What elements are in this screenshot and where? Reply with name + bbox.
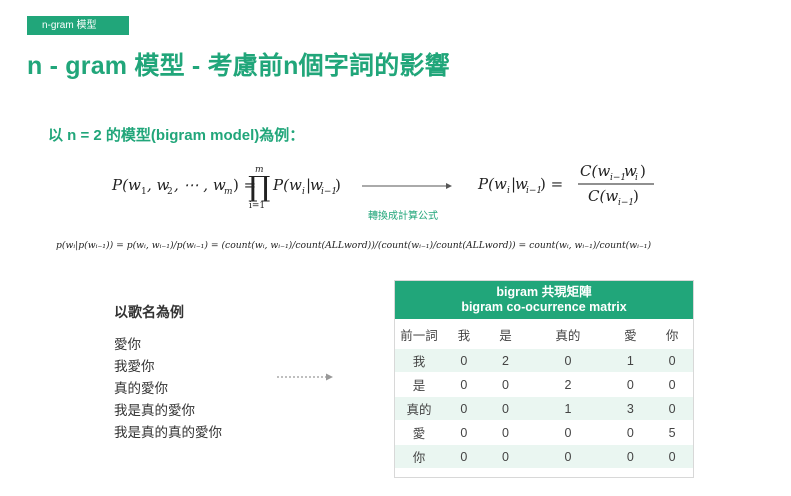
column-header: 你 (651, 319, 693, 349)
svg-text:C(w: C(w (580, 162, 610, 180)
example-title: 以歌名為例 (114, 304, 184, 320)
svg-text:m: m (224, 187, 233, 197)
table-cell: 0 (651, 372, 693, 397)
svg-text:i=1: i=1 (249, 201, 265, 211)
svg-text:P(w: P(w (477, 175, 507, 193)
svg-text:i−1: i−1 (618, 198, 634, 208)
svg-text:): ) (633, 187, 639, 205)
svg-text:P(w: P(w (272, 176, 302, 194)
matrix-header-row: 前一詞 我 是 真的 愛 你 (395, 319, 693, 349)
table-cell: 0 (526, 444, 610, 469)
convert-arrow-head (446, 183, 452, 189)
table-row: 愛 0 0 0 0 5 (395, 420, 693, 445)
table-cell: 0 (484, 372, 527, 397)
table-cell: 0 (651, 348, 693, 373)
table-cell: 5 (651, 420, 693, 445)
table-cell: 0 (443, 348, 485, 373)
svg-text:, ⋯ , w: , ⋯ , w (174, 176, 226, 194)
table-cell: 0 (443, 420, 485, 445)
column-header: 是 (484, 319, 527, 349)
convert-label: 轉換成計算公式 (368, 211, 438, 222)
table-cell: 0 (484, 420, 527, 445)
row-label: 你 (395, 444, 443, 469)
table-row: 真的 0 0 1 3 0 (395, 396, 693, 421)
row-label: 是 (395, 372, 443, 397)
table-cell: 0 (609, 372, 652, 397)
table-cell: 3 (609, 396, 652, 421)
table-cell: 0 (609, 444, 652, 469)
row-label: 我 (395, 348, 443, 373)
svg-text:P(w: P(w (111, 176, 141, 194)
svg-text:C(w: C(w (588, 187, 618, 205)
row-label: 愛 (395, 420, 443, 445)
svg-text:1: 1 (141, 187, 147, 197)
song-title-item: 我是真的愛你 (114, 403, 195, 418)
table-cell: 0 (443, 372, 485, 397)
svg-text:i: i (635, 173, 638, 183)
table-row: 是 0 0 2 0 0 (395, 372, 693, 397)
table-cell: 0 (526, 348, 610, 373)
table-cell: 0 (484, 396, 527, 421)
column-header: 我 (443, 319, 485, 349)
column-header: 愛 (609, 319, 652, 349)
matrix-caption: bigram 共現矩陣 bigram co-ocurrence matrix (395, 281, 693, 320)
song-title-item: 我是真的真的愛你 (114, 425, 222, 440)
table-row: 我 0 2 0 1 0 (395, 348, 693, 373)
column-header: 前一詞 (395, 319, 443, 349)
table-cell: 0 (443, 444, 485, 469)
table-cell: 1 (526, 396, 610, 421)
song-title-list: 愛你 我愛你 真的愛你 我是真的愛你 我是真的真的愛你 (114, 334, 222, 444)
song-title-item: 我愛你 (114, 359, 155, 374)
song-title-item: 真的愛你 (114, 381, 168, 396)
table-cell: 1 (609, 348, 652, 373)
table-cell: 0 (651, 396, 693, 421)
column-header: 真的 (526, 319, 610, 349)
table-cell: 2 (526, 372, 610, 397)
svg-text:i: i (302, 187, 305, 197)
svg-text:i: i (507, 186, 510, 196)
dotted-arrow-icon (277, 373, 333, 381)
table-cell: 0 (651, 444, 693, 469)
table-cell: 0 (526, 420, 610, 445)
table-cell: 2 (484, 348, 527, 373)
svg-text:): ) (640, 162, 646, 180)
derivation-formula: p(wᵢ|p(wᵢ₋₁)) = p(wᵢ, wᵢ₋₁)/p(wᵢ₋₁) = (c… (56, 240, 652, 251)
cooccurrence-matrix: bigram 共現矩陣 bigram co-ocurrence matrix 前… (395, 281, 693, 469)
table-cell: 0 (443, 396, 485, 421)
chain-rule-formula: P(w 1 , w 2 , ⋯ , w m ) = m ∏ i=1 P(w i … (111, 165, 341, 211)
svg-text:2: 2 (167, 187, 173, 197)
table-cell: 0 (609, 420, 652, 445)
svg-text:∏: ∏ (248, 170, 270, 203)
table-row: 你 0 0 0 0 0 (395, 444, 693, 469)
matrix-caption-line2: bigram co-ocurrence matrix (461, 300, 627, 314)
table-cell: 0 (484, 444, 527, 469)
row-label: 真的 (395, 396, 443, 421)
matrix-caption-line1: bigram 共現矩陣 (496, 285, 592, 299)
svg-text:): ) (335, 176, 341, 194)
song-title-item: 愛你 (114, 337, 141, 352)
svg-text:) =: ) = (540, 175, 563, 193)
bigram-probability-formula: P(w i | w i−1 ) = C(w i−1 w i ) C(w i−1 … (477, 162, 654, 208)
formula-graphic: P(w 1 , w 2 , ⋯ , w m ) = m ∏ i=1 P(w i … (111, 162, 654, 211)
